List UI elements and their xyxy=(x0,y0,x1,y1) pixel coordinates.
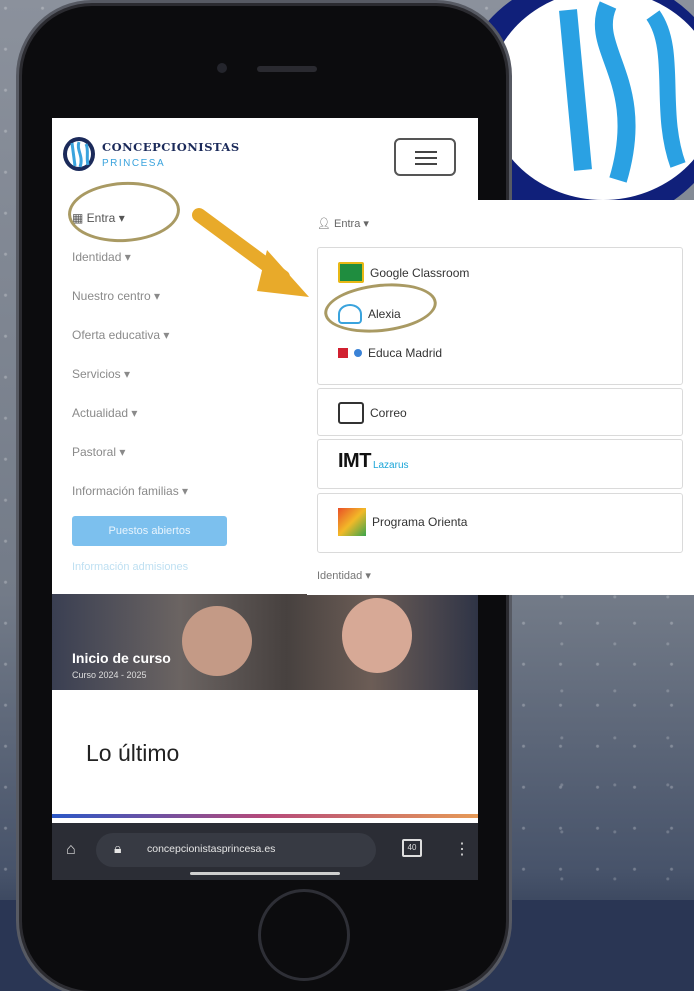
open-positions-button[interactable]: Puestos abiertos xyxy=(72,516,227,546)
google-classroom-icon xyxy=(338,262,364,283)
nav-item-informacion-familias[interactable]: Información familias ▾ xyxy=(72,481,188,520)
dropdown-card-correo: Correo xyxy=(317,388,683,436)
gesture-bar xyxy=(190,872,340,875)
nav-item-servicios[interactable]: Servicios ▾ xyxy=(72,364,188,403)
imt-logo: IMT xyxy=(338,450,371,472)
nav-label: Información familias xyxy=(72,484,179,498)
nav-label: Nuestro centro xyxy=(72,289,151,303)
brand-emblem-inner xyxy=(488,0,694,200)
banner-title: Inicio de curso xyxy=(72,650,171,666)
brand-emblem-icon xyxy=(559,1,686,183)
banner-photo-child xyxy=(182,606,252,676)
banner-photo-child xyxy=(342,598,412,673)
tabs-count-button[interactable]: 40 xyxy=(402,839,422,857)
dropdown-identidad[interactable]: Identidad ▾ xyxy=(317,569,371,582)
banner-subtitle: Curso 2024 - 2025 xyxy=(72,670,147,680)
nav-item-oferta-educativa[interactable]: Oferta educativa ▾ xyxy=(72,325,188,364)
dropdown-entra-label: Entra xyxy=(334,218,361,230)
menu-item-educa-madrid[interactable]: Educa Madrid xyxy=(338,346,442,360)
pointer-arrow-icon xyxy=(192,208,309,297)
menu-item-label: Educa Madrid xyxy=(368,346,443,360)
imt-sub-label: Lazarus xyxy=(372,460,409,471)
menu-item-imt-lazarus[interactable]: IMT Lazarus xyxy=(338,450,409,473)
chevron-down-icon: ▾ xyxy=(360,218,369,230)
chevron-down-icon: ▾ xyxy=(362,570,371,582)
nav-label: Pastoral xyxy=(72,445,117,459)
dropdown-card-orienta: Programa Orienta xyxy=(317,493,683,553)
section-heading-latest: Lo último xyxy=(86,740,180,766)
nav-item-admisiones[interactable]: Información admisiones xyxy=(72,561,188,573)
menu-item-label: Google Classroom xyxy=(370,265,470,280)
url-text[interactable]: concepcionistasprincesa.es xyxy=(147,843,275,855)
educa-madrid-icon xyxy=(354,349,362,357)
menu-item-programa-orienta[interactable]: Programa Orienta xyxy=(338,508,467,536)
dropdown-identidad-label: Identidad xyxy=(317,570,363,582)
color-divider xyxy=(52,814,478,818)
more-options-icon[interactable]: ⋮ xyxy=(454,839,470,859)
site-header: CONCEPCIONISTAS PRINCESA xyxy=(52,118,478,188)
menu-item-label: Correo xyxy=(370,406,407,420)
lock-icon[interactable]: 🔒︎ xyxy=(114,840,121,857)
home-icon[interactable]: ⌂ xyxy=(66,841,76,859)
menu-item-correo[interactable]: Correo xyxy=(338,402,407,424)
nav-item-pastoral[interactable]: Pastoral ▾ xyxy=(72,442,188,481)
earpiece-speaker xyxy=(257,66,317,72)
front-camera xyxy=(217,63,227,73)
dropdown-card-imt: IMT Lazarus xyxy=(317,439,683,489)
home-button[interactable] xyxy=(258,889,350,981)
mail-icon xyxy=(338,402,364,424)
menu-item-label: Programa Orienta xyxy=(372,515,468,529)
hamburger-menu-button[interactable] xyxy=(394,138,456,176)
educa-madrid-icon xyxy=(338,348,348,358)
nav-item-identidad[interactable]: Identidad ▾ xyxy=(72,247,188,286)
nav-label: Oferta educativa xyxy=(72,328,161,342)
nav-label: Identidad xyxy=(72,250,122,264)
nav-label: Servicios xyxy=(72,367,121,381)
nav-label: Actualidad xyxy=(72,406,129,420)
school-logo-icon xyxy=(63,137,95,171)
school-name: CONCEPCIONISTAS xyxy=(102,140,240,154)
nav-item-nuestro-centro[interactable]: Nuestro centro ▾ xyxy=(72,286,188,325)
programa-orienta-icon xyxy=(338,508,366,536)
menu-item-google-classroom[interactable]: Google Classroom xyxy=(338,262,469,283)
site-nav: ▦ Entra ▾ Identidad ▾ Nuestro centro ▾ O… xyxy=(72,208,188,520)
nav-item-actualidad[interactable]: Actualidad ▾ xyxy=(72,403,188,442)
school-subname: PRINCESA xyxy=(102,158,166,169)
